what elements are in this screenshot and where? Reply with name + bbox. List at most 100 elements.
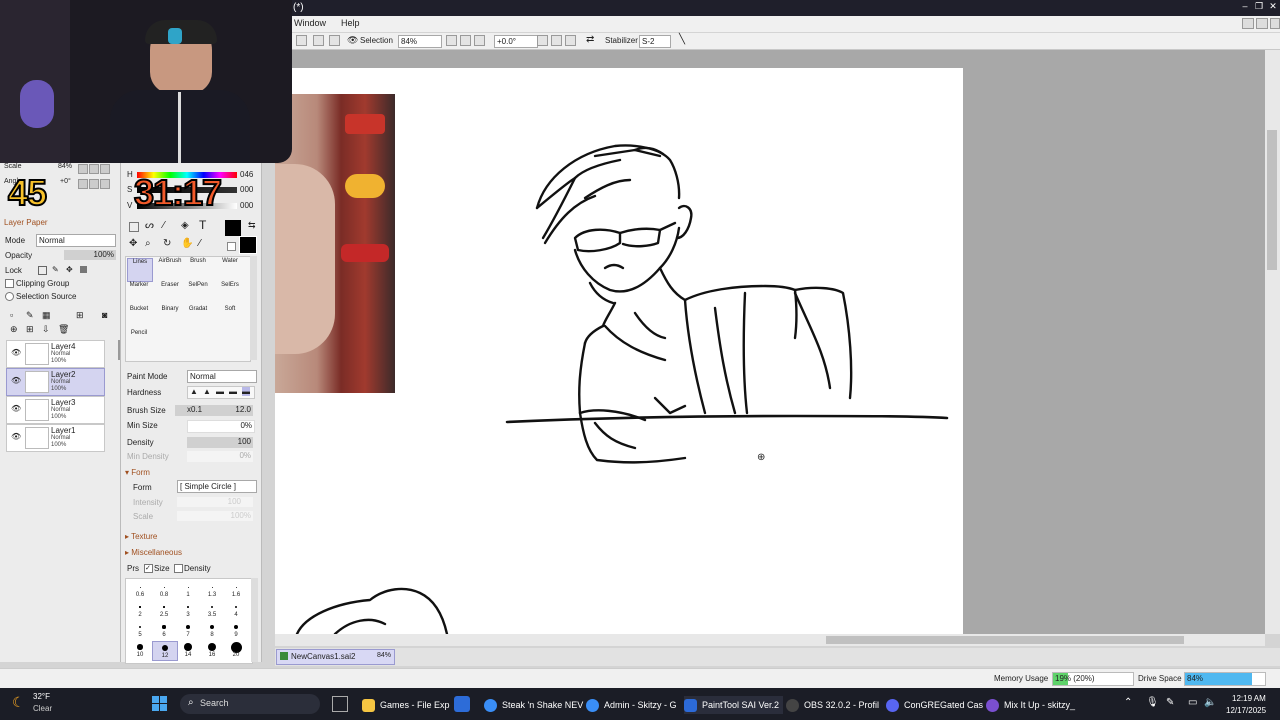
maximize-button[interactable]: ❐ [1254,1,1264,12]
rotate-reset-button[interactable] [565,35,576,46]
size-preset[interactable]: 0.6 [128,581,152,599]
layer-item[interactable]: 👁 Layer3 Normal 100% [6,396,105,424]
layer-item[interactable]: 👁 Layer1 Normal 100% [6,424,105,452]
weather-temp[interactable]: 32°F [33,692,50,701]
size-preset[interactable]: 12 [152,641,178,661]
minimize-button[interactable]: – [1240,1,1250,12]
size-preset[interactable]: 14 [176,641,200,659]
size-preset[interactable]: 2.5 [152,601,176,619]
min-density-slider[interactable]: 0% [187,451,253,462]
brush-binary[interactable]: Binary [158,306,182,328]
brush-airbrush[interactable]: AirBrush [158,258,182,280]
size-preset[interactable]: 16 [200,641,224,659]
vertical-scroll-thumb[interactable] [1267,130,1277,270]
brush-selpen[interactable]: SelPen [186,282,210,304]
stabilizer-select[interactable]: S-2 [639,35,671,48]
shape-icon[interactable]: ◈ [181,220,189,231]
paint-mode-select[interactable]: Normal [187,370,257,383]
magic-wand-icon[interactable]: ⁄ [163,220,165,231]
network-icon[interactable]: ▭ [1188,697,1197,708]
toolbar-button[interactable] [329,35,340,46]
size-presets-scrollbar[interactable] [251,578,258,662]
app-store-icon[interactable] [454,696,470,712]
close-button[interactable]: ✕ [1268,1,1278,12]
hand-icon[interactable]: ✋ [181,238,193,249]
size-preset[interactable]: 7 [176,621,200,639]
size-preset[interactable]: 0.8 [152,581,176,599]
taskbar-app-chrome-2[interactable]: Admin - Skitzy - G [586,696,677,714]
taskbar-app-file-explorer[interactable]: Games - File Exp [362,696,450,714]
form-select[interactable]: [ Simple Circle ] [177,480,257,493]
vertical-scrollbar[interactable] [1265,50,1280,634]
size-preset[interactable]: 6 [152,621,176,639]
zoom-out-button[interactable] [446,35,457,46]
rotate-left-button[interactable] [537,35,548,46]
volume-icon[interactable]: 🔈 [1204,697,1216,708]
toolbar-button[interactable] [296,35,307,46]
taskbar-app-painttool-sai[interactable]: PaintTool SAI Ver.2 [684,696,784,714]
form-section-header[interactable]: ▾ Form [125,468,150,477]
size-preset[interactable]: 1 [176,581,200,599]
move-icon[interactable]: ✥ [129,238,137,249]
layer-item-selected[interactable]: 👁 Layer2 Normal 100% [6,368,105,396]
selection-source-radio[interactable] [5,292,14,301]
menu-help[interactable]: Help [341,18,360,28]
brush-eraser[interactable]: Eraser [158,282,182,304]
brush-gradation[interactable]: Gradat [186,306,210,328]
clock-date[interactable]: 12/17/2025 [1226,706,1266,715]
horizontal-scrollbar[interactable] [275,634,1265,646]
document-tab[interactable]: NewCanvas1.sai2 84% [276,649,395,665]
rotate-icon[interactable]: ↻ [163,238,171,249]
taskbar-search[interactable]: ⌕ Search [180,694,320,714]
eye-icon[interactable]: 👁 [347,35,358,46]
weather-icon[interactable]: ☾ [12,694,25,711]
zoom-in-button[interactable] [460,35,471,46]
canvas-area[interactable]: ⊕ [275,50,1265,634]
lock-icons[interactable]: ✎ ✥ [38,265,90,275]
brush-brush[interactable]: Brush [186,258,210,280]
taskbar-app-mixitup[interactable]: Mix It Up - skitzy_ [986,696,1075,714]
hardness-selector[interactable]: ▲ ▲ ▬ ▬ ▬ [187,386,255,399]
size-preset[interactable]: 4 [224,601,248,619]
swap-colors-icon[interactable]: ⇆ [248,220,256,231]
taskbar-app-discord[interactable]: ConGREGated Cas [886,696,983,714]
size-preset[interactable]: 1.6 [224,581,248,599]
doc-minimize-button[interactable] [1242,18,1254,29]
zoom-select[interactable]: 84% [398,35,442,48]
brush-size-multiplier[interactable]: x0.1 [187,405,202,414]
doc-close-button[interactable] [1270,18,1280,29]
lasso-icon[interactable]: ᔕ [145,220,154,231]
menu-window[interactable]: Window [294,18,326,28]
brush-bucket[interactable]: Bucket [127,306,151,328]
opacity-slider[interactable]: 100% [64,250,116,260]
taskbar-app-obs[interactable]: OBS 32.0.2 - Profil [786,696,879,714]
eye-icon[interactable]: 👁 [11,404,21,413]
zoom-reset-button[interactable] [474,35,485,46]
pen-pressure-icon[interactable]: ╲ [679,34,685,45]
min-size-slider[interactable]: 0% [187,420,255,433]
size-preset[interactable]: 8 [200,621,224,639]
brush-selers[interactable]: SelErs [218,282,242,304]
size-preset[interactable]: 2 [128,601,152,619]
pen-icon[interactable]: ✎ [1166,697,1174,708]
eye-icon[interactable]: 👁 [11,348,21,357]
brush-soft[interactable]: Soft [218,306,242,328]
clipping-group-checkbox[interactable] [5,279,14,288]
brush-water[interactable]: Water [218,258,242,280]
foreground-color-swatch[interactable] [225,220,241,236]
texture-section-header[interactable]: ▸ Texture [125,532,157,541]
blend-mode-select[interactable]: Normal [36,234,116,247]
rotation-select[interactable]: +0.0° [494,35,538,48]
size-preset[interactable]: 1.3 [200,581,224,599]
form-scale-slider[interactable]: 100% [177,511,253,521]
density-slider[interactable]: 100 [187,437,253,448]
task-view-icon[interactable] [332,696,348,712]
brush-grid-scrollbar[interactable] [250,256,257,360]
doc-restore-button[interactable] [1256,18,1268,29]
text-tool-icon[interactable]: T [199,218,206,232]
pressure-density-checkbox[interactable] [174,564,183,573]
brush-lines[interactable]: Lines [127,258,153,282]
select-rect-icon[interactable] [129,222,139,232]
microphone-icon[interactable]: 🎙 [1146,697,1159,708]
tray-overflow-icon[interactable]: ⌃ [1124,697,1132,708]
